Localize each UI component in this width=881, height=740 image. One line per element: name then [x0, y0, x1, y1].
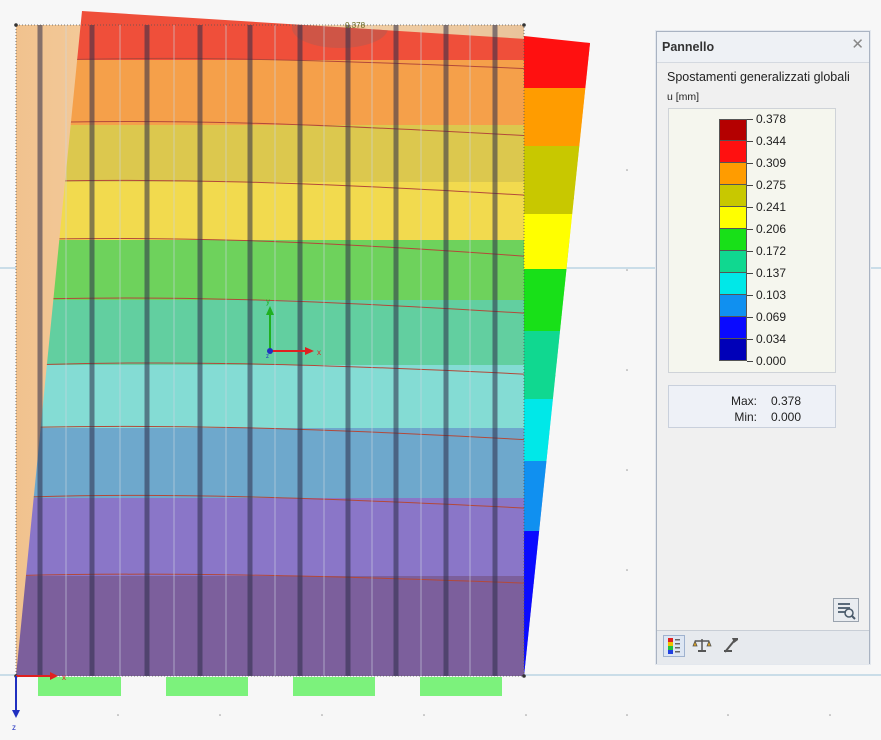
legend-value: 0.275 [756, 178, 787, 192]
global-axis-x-label: x [62, 673, 66, 682]
local-axis-y-label: y [266, 297, 270, 306]
local-axis-z-label: z [266, 354, 269, 360]
max-value-label: 0.378 [345, 21, 366, 30]
contour-edge-strip [524, 36, 590, 676]
legend-tick [747, 295, 753, 296]
settings-icon [838, 603, 856, 620]
tools-icon [724, 638, 738, 653]
panel-header[interactable]: Pannello ✕ [657, 32, 869, 63]
max-value: 0.378 [771, 394, 802, 408]
legend-value: 0.344 [756, 134, 787, 148]
legend-value: 0.206 [756, 222, 787, 236]
tab-legend[interactable] [663, 635, 685, 657]
balance-icon [692, 639, 712, 652]
min-label: Min: [734, 410, 757, 424]
result-type-label: Spostamenti generalizzati globali [667, 70, 850, 84]
legend-value: 0.034 [756, 332, 787, 346]
close-icon[interactable]: ✕ [851, 37, 864, 53]
legend-tick [747, 251, 753, 252]
legend-tick [747, 317, 753, 318]
legend-tick [747, 185, 753, 186]
legend-value: 0.309 [756, 156, 787, 170]
tab-balance[interactable] [692, 635, 714, 657]
results-panel[interactable]: Pannello ✕ Spostamenti generalizzati glo… [656, 31, 870, 664]
legend-tick [747, 141, 753, 142]
tab-tools[interactable] [721, 635, 743, 657]
panel-title: Pannello [662, 40, 715, 54]
legend-value: 0.103 [756, 288, 787, 302]
legend-value: 0.378 [756, 112, 787, 126]
panel-tabs [657, 630, 869, 664]
local-axis-x-label: x [317, 348, 321, 357]
legend-tick [747, 273, 753, 274]
legend-tick [747, 163, 753, 164]
legend-tick [747, 339, 753, 340]
max-label: Max: [730, 394, 757, 408]
legend-value: 0.241 [756, 200, 787, 214]
legend-tick [747, 361, 753, 362]
legend-tick [747, 229, 753, 230]
legend-tick [747, 207, 753, 208]
settings-button[interactable] [833, 598, 859, 622]
min-max-box: Max: 0.378 Min: 0.000 [668, 385, 836, 428]
legend-tick [747, 119, 753, 120]
unit-label: u [mm] [667, 91, 700, 103]
min-value: 0.000 [771, 410, 802, 424]
color-legend[interactable]: 0.378 0.344 0.309 0.275 0.241 0.206 0.172 0.137… [668, 108, 836, 373]
support-blocks [38, 677, 502, 696]
legend-value: 0.172 [756, 244, 787, 258]
global-axis-z-label: z [12, 723, 16, 732]
legend-value: 0.069 [756, 310, 787, 324]
legend-value: 0.000 [756, 354, 787, 368]
legend-frame [719, 119, 747, 361]
color-scale-icon [668, 638, 680, 654]
legend-value: 0.137 [756, 266, 787, 280]
